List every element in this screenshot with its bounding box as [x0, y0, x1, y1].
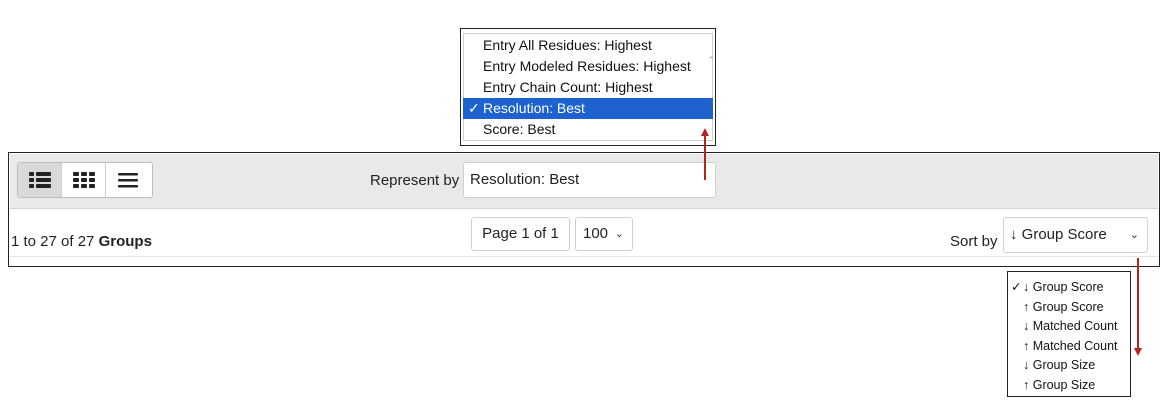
annotation-arrows — [701, 128, 1142, 356]
